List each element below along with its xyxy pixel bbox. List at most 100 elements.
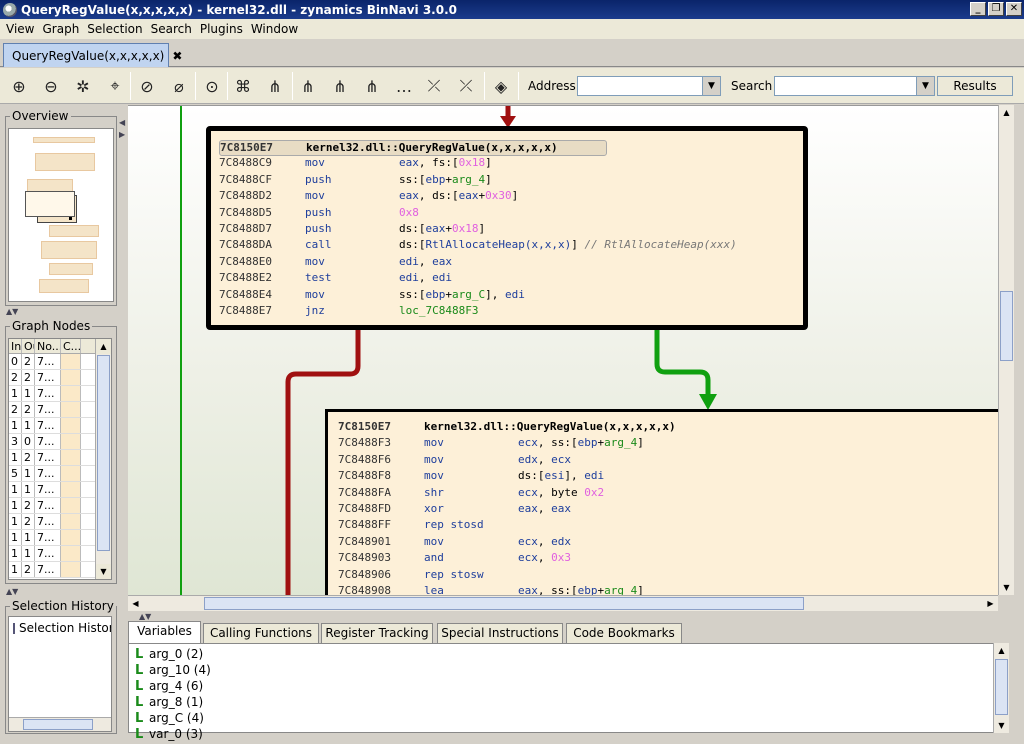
close-button[interactable]: ✕ <box>1006 2 1022 16</box>
instruction-line[interactable]: 7C8488E0 mov edi, eax <box>219 255 803 271</box>
menu-plugins[interactable]: Plugins <box>196 22 247 36</box>
search-combo[interactable]: ▼ <box>774 76 935 96</box>
graph-canvas[interactable]: 7C8150E7 kernel32.dll::QueryRegValue(x,x,… <box>128 105 998 595</box>
menu-graph[interactable]: Graph <box>38 22 83 36</box>
history-root[interactable]: Selection History <box>19 621 111 635</box>
list-item[interactable]: Larg_4 (6) <box>129 678 1007 694</box>
tab-calling-functions[interactable]: Calling Functions <box>203 623 319 643</box>
scroll-up-icon[interactable]: ▲ <box>999 105 1014 120</box>
col-out[interactable]: Out <box>22 339 35 353</box>
tab-register-tracking[interactable]: Register Tracking <box>321 623 433 643</box>
maximize-button[interactable]: ❐ <box>988 2 1004 16</box>
menu-selection[interactable]: Selection <box>83 22 146 36</box>
tab-queryregvalue[interactable]: QueryRegValue(x,x,x,x,x) ✖ <box>3 43 182 67</box>
graph-hscrollbar[interactable]: ◀ ▶ <box>128 595 998 611</box>
history-hscroll[interactable] <box>9 717 111 731</box>
col-node[interactable]: No... <box>35 339 61 353</box>
instruction-line[interactable]: 7C848901 mov ecx, edx <box>338 535 998 551</box>
results-button[interactable]: Results <box>937 76 1013 96</box>
zoom-selection-icon[interactable]: ⌖ <box>102 74 128 98</box>
tab-special-instructions[interactable]: Special Instructions <box>437 623 563 643</box>
scroll-down-icon[interactable]: ▼ <box>999 580 1014 595</box>
instruction-line[interactable]: 7C8488F3 mov ecx, ss:[ebp+arg_4] <box>338 436 998 452</box>
block-header[interactable]: 7C8150E7 kernel32.dll::QueryRegValue(x,x,… <box>338 420 998 436</box>
basic-block-1[interactable]: 7C8150E7 kernel32.dll::QueryRegValue(x,x,… <box>206 126 808 330</box>
list-item[interactable]: Lvar_0 (3) <box>129 726 1007 742</box>
tab-variables[interactable]: Variables <box>128 621 201 643</box>
address-combo[interactable]: ▼ <box>577 76 721 96</box>
instruction-line[interactable]: 7C8488E4 mov ss:[ebp+arg_C], edi <box>219 288 803 304</box>
instruction-line[interactable]: 7C8488FD xor eax, eax <box>338 502 998 518</box>
collapse-panel-icon[interactable]: ▲▼ <box>6 307 18 316</box>
layout-2-icon[interactable]: ⋔ <box>327 74 353 98</box>
scroll-down-icon[interactable]: ▼ <box>994 718 1009 733</box>
instruction-line[interactable]: 7C8488F8 mov ds:[esi], edi <box>338 469 998 485</box>
menu-search[interactable]: Search <box>147 22 196 36</box>
list-item[interactable]: Larg_10 (4) <box>129 662 1007 678</box>
graph-nodes-table[interactable]: In Out No... C... 027...227...117...227.… <box>8 338 112 580</box>
basic-block-2[interactable]: 7C8150E7 kernel32.dll::QueryRegValue(x,x,… <box>325 409 998 595</box>
chevron-down-icon[interactable]: ▼ <box>702 77 720 95</box>
instruction-line[interactable]: 7C8488D5 push 0x8 <box>219 206 803 222</box>
tab-code-bookmarks[interactable]: Code Bookmarks <box>566 623 682 643</box>
scroll-thumb[interactable] <box>204 597 804 610</box>
list-item[interactable]: Larg_C (4) <box>129 710 1007 726</box>
scroll-thumb[interactable] <box>97 355 110 551</box>
nodes-scrollbar[interactable]: ▲ ▼ <box>95 339 111 579</box>
scroll-thumb[interactable] <box>995 659 1008 715</box>
chevron-down-icon[interactable]: ▼ <box>916 77 934 95</box>
freeze-icon[interactable]: ⌀ <box>166 74 192 98</box>
layout-3-icon[interactable]: ⋔ <box>359 74 385 98</box>
list-item[interactable]: Larg_8 (1) <box>129 694 1007 710</box>
scroll-up-icon[interactable]: ▲ <box>994 643 1009 658</box>
overview-canvas[interactable] <box>8 128 114 302</box>
instruction-line[interactable]: 7C8488C9 mov eax, fs:[0x18] <box>219 156 803 172</box>
scroll-left-icon[interactable]: ◀ <box>128 596 143 611</box>
instruction-line[interactable]: 7C8488D7 push ds:[eax+0x18] <box>219 222 803 238</box>
collapse-bottom-icon[interactable]: ▲▼ <box>139 612 151 621</box>
col-in[interactable]: In <box>9 339 22 353</box>
instruction-line[interactable]: 7C848906 rep stosw <box>338 568 998 584</box>
instruction-line[interactable]: 7C8488E2 test edi, edi <box>219 271 803 287</box>
expand-icon[interactable]: … <box>391 74 417 98</box>
zoom-fit-icon[interactable]: ✲ <box>70 74 96 98</box>
hierarchic-layout-icon[interactable]: ⌘ <box>230 74 256 98</box>
center-icon[interactable]: ⊙ <box>199 74 225 98</box>
menu-window[interactable]: Window <box>247 22 302 36</box>
scroll-right-icon[interactable]: ▶ <box>983 596 998 611</box>
variables-list[interactable]: Larg_0 (2) Larg_10 (4) Larg_4 (6) Larg_8 (1… <box>128 643 1008 742</box>
cancel-zoom-icon[interactable]: ⊘ <box>134 74 160 98</box>
select-edges-icon[interactable]: ⤫ <box>453 74 479 98</box>
instruction-line[interactable]: 7C8488FA shr ecx, byte 0x2 <box>338 486 998 502</box>
instruction-line[interactable]: 7C8488D2 mov eax, ds:[eax+0x30] <box>219 189 803 205</box>
scroll-thumb[interactable] <box>1000 291 1013 361</box>
select-nodes-icon[interactable]: ⤫ <box>421 74 447 98</box>
scroll-up-icon[interactable]: ▲ <box>96 339 111 354</box>
expand-right-icon[interactable]: ▶ <box>119 130 125 139</box>
selection-history-tree[interactable]: Selection History <box>8 616 112 732</box>
tree-layout-icon[interactable]: ⋔ <box>262 74 288 98</box>
scroll-down-icon[interactable]: ▼ <box>96 564 111 579</box>
layout-1-icon[interactable]: ⋔ <box>295 74 321 98</box>
zoom-in-icon[interactable]: ⊕ <box>6 74 32 98</box>
minimize-button[interactable]: _ <box>970 2 986 16</box>
close-tab-icon[interactable]: ✖ <box>172 49 182 63</box>
zoom-out-icon[interactable]: ⊖ <box>38 74 64 98</box>
instruction-line[interactable]: 7C8488CF push ss:[ebp+arg_4] <box>219 173 803 189</box>
instruction-line[interactable]: 7C848903 and ecx, 0x3 <box>338 551 998 567</box>
color-fill-icon[interactable]: ◈ <box>488 74 514 98</box>
col-color[interactable]: C... <box>61 339 81 353</box>
list-item[interactable]: Larg_0 (2) <box>129 646 1007 662</box>
instruction-line[interactable]: 7C848908 lea eax, ss:[ebp+arg_4] <box>338 584 998 595</box>
instruction-line[interactable]: 7C8488E7 jnz loc_7C8488F3 <box>219 304 803 320</box>
collapse-left-icon[interactable]: ◀ <box>119 118 125 127</box>
instruction-line[interactable]: 7C8488DA call ds:[RtlAllocateHeap(x,x,x)] … <box>219 238 803 254</box>
graph-vscrollbar[interactable]: ▲ ▼ <box>998 105 1014 595</box>
collapse-panel-icon[interactable]: ▲▼ <box>6 587 18 596</box>
instruction-line[interactable]: 7C8488FF rep stosd <box>338 518 998 534</box>
instruction-line[interactable]: 7C8488F6 mov edx, ecx <box>338 453 998 469</box>
variables-scrollbar[interactable]: ▲ ▼ <box>993 643 1009 733</box>
mnemonic: test <box>305 271 332 285</box>
block-header[interactable]: 7C8150E7 kernel32.dll::QueryRegValue(x,x,… <box>219 140 607 157</box>
menu-view[interactable]: View <box>2 22 38 36</box>
